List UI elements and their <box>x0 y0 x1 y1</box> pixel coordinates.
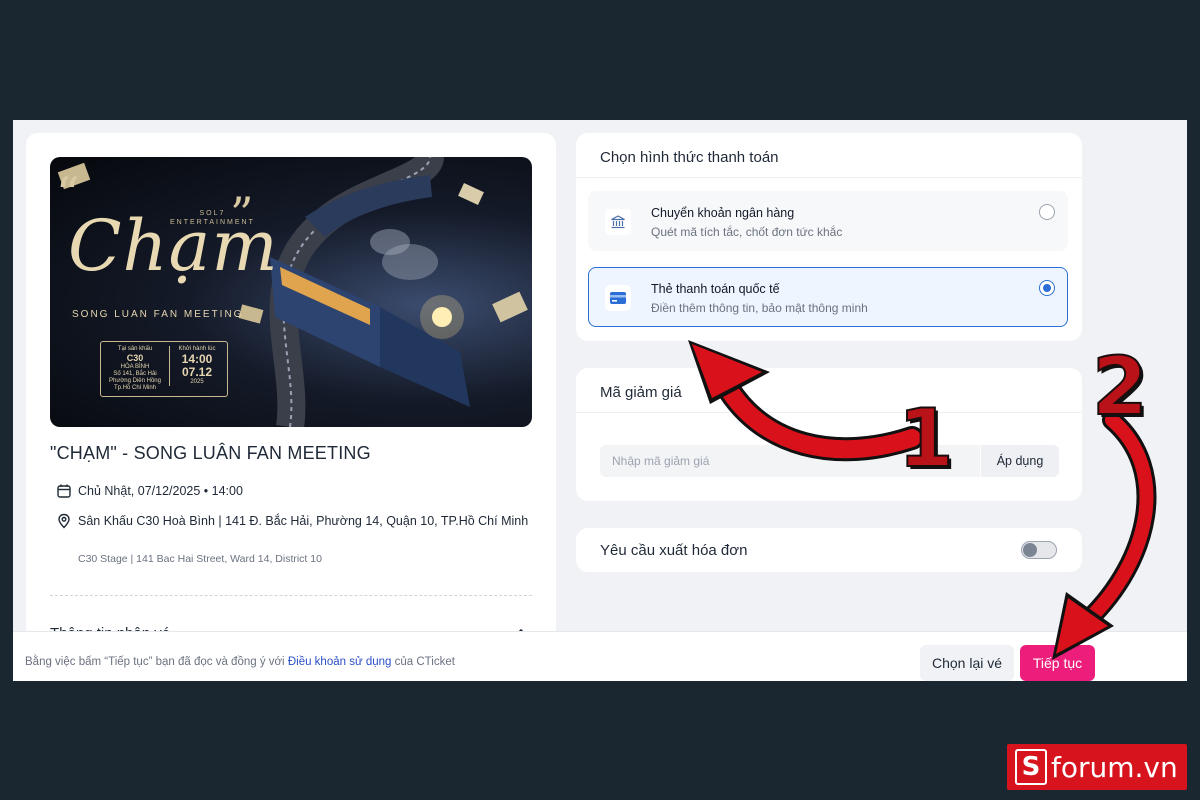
card-icon <box>605 285 631 311</box>
divider <box>576 177 1082 178</box>
poster-title: Chạm <box>68 205 279 287</box>
payment-method-card: Chọn hình thức thanh toán Chuyển khoản n… <box>576 133 1082 341</box>
invoice-toggle[interactable] <box>1021 541 1057 559</box>
payment-option-desc: Quét mã tích tắc, chốt đơn tức khắc <box>651 225 843 239</box>
poster-ticket: Tại sân khấu C30 HÒA BÌNH Số 141, Bắc Hả… <box>100 341 228 397</box>
step-number-1: 1 <box>897 391 955 486</box>
event-datetime-row: Chủ Nhật, 07/12/2025 • 14:00 <box>56 483 243 499</box>
continue-button[interactable]: Tiếp tục <box>1020 645 1095 681</box>
terms-link[interactable]: Điều khoản sử dụng <box>288 656 392 668</box>
event-poster: “ ” SOL7 ENTERTAINMENT Chạm SONG LUAN FAN… <box>50 157 532 427</box>
payment-option-bank-transfer[interactable]: Chuyển khoản ngân hàng Quét mã tích tắc,… <box>588 191 1068 251</box>
sforum-logo: S forum.vn <box>1007 744 1187 790</box>
coupon-title: Mã giảm giá <box>600 384 682 401</box>
event-venue: Sân Khấu C30 Hoà Bình | 141 Đ. Bắc Hải, … <box>78 514 529 528</box>
terms-text: Bằng việc bấm “Tiếp tục” bạn đã đọc và đ… <box>25 656 455 668</box>
payment-option-name: Thẻ thanh toán quốc tế <box>651 282 780 296</box>
checkout-footer: Bằng việc bấm “Tiếp tục” bạn đã đọc và đ… <box>13 631 1187 681</box>
bank-icon <box>605 209 631 235</box>
location-pin-icon <box>58 513 70 529</box>
payment-option-international-card[interactable]: Thẻ thanh toán quốc tế Điền thêm thông t… <box>588 267 1068 327</box>
event-card: “ ” SOL7 ENTERTAINMENT Chạm SONG LUAN FAN… <box>26 133 556 653</box>
radio-unselected[interactable] <box>1039 204 1055 220</box>
calendar-icon <box>57 484 71 498</box>
payment-option-name: Chuyển khoản ngân hàng <box>651 206 795 220</box>
checkout-screen: “ ” SOL7 ENTERTAINMENT Chạm SONG LUAN FAN… <box>13 120 1187 681</box>
invoice-card: Yêu cầu xuất hóa đơn <box>576 528 1082 572</box>
payment-option-desc: Điền thêm thông tin, bảo mật thông minh <box>651 301 868 315</box>
event-title: "CHẠM" - SONG LUÂN FAN MEETING <box>50 443 371 463</box>
event-venue-en: C30 Stage | 141 Bac Hai Street, Ward 14,… <box>78 553 322 565</box>
radio-selected[interactable] <box>1039 280 1055 296</box>
step-number-2: 2 <box>1091 339 1149 434</box>
invoice-label: Yêu cầu xuất hóa đơn <box>600 542 748 559</box>
divider <box>50 595 532 596</box>
payment-method-title: Chọn hình thức thanh toán <box>600 149 779 166</box>
divider <box>576 412 1082 413</box>
poster-subtitle: SONG LUAN FAN MEETING <box>72 309 244 320</box>
reselect-ticket-button[interactable]: Chọn lại vé <box>920 645 1014 681</box>
coupon-card: Mã giảm giá Áp dụng <box>576 368 1082 501</box>
event-datetime: Chủ Nhật, 07/12/2025 • 14:00 <box>78 484 243 498</box>
event-venue-row: Sân Khấu C30 Hoà Bình | 141 Đ. Bắc Hải, … <box>56 513 528 529</box>
sforum-s-icon: S <box>1015 749 1047 785</box>
apply-coupon-button[interactable]: Áp dụng <box>981 445 1059 477</box>
